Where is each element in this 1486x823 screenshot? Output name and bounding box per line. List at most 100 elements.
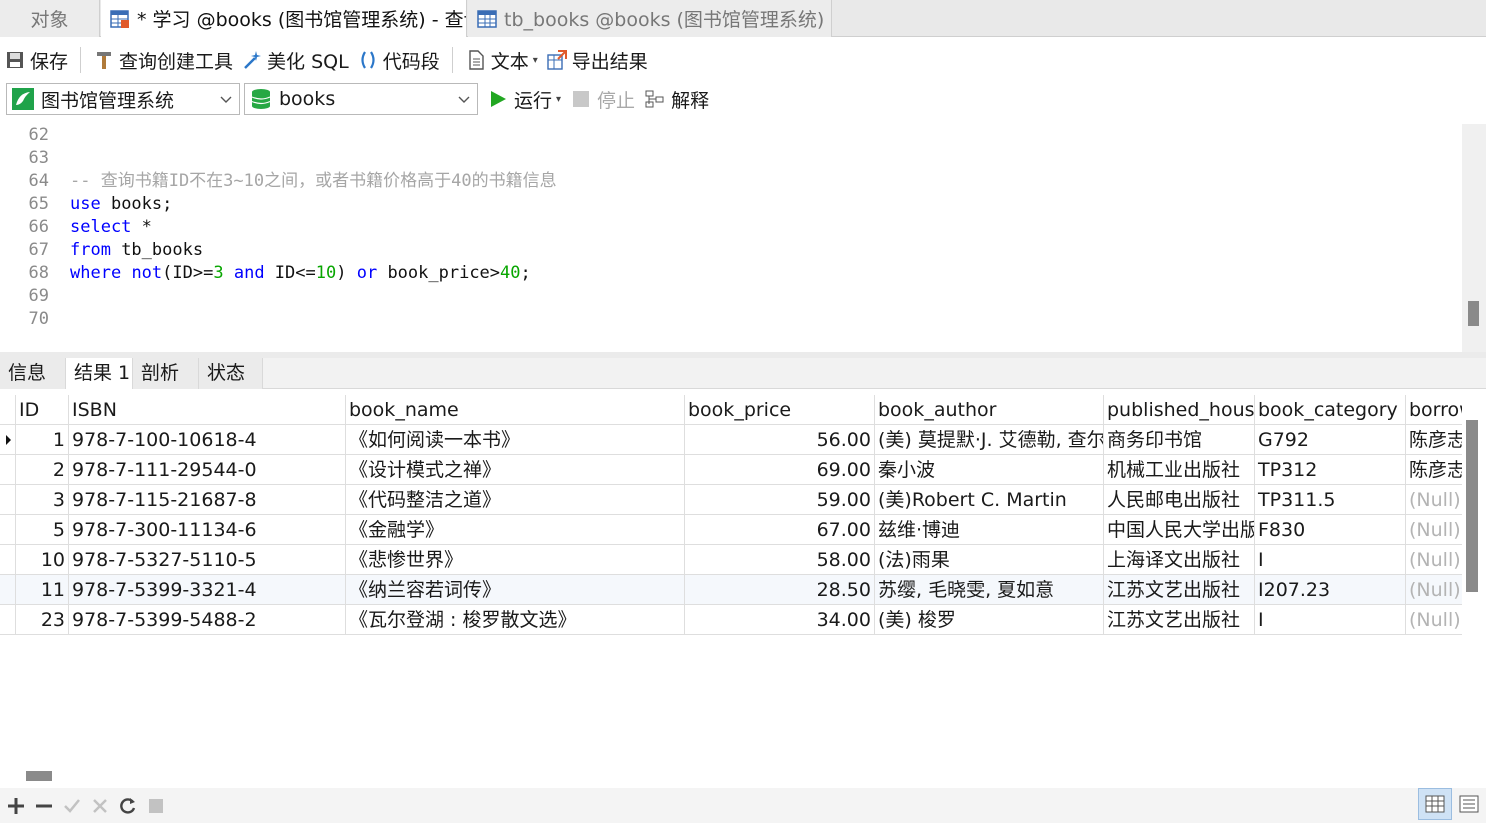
tab-profile[interactable]: 剖析 — [133, 358, 199, 389]
row-indicator[interactable] — [0, 455, 16, 485]
form-view-button[interactable] — [1452, 788, 1486, 820]
discard-changes-button[interactable] — [86, 792, 114, 820]
grid-horizontal-scrollbar-thumb[interactable] — [26, 771, 52, 781]
cell-book-author[interactable]: (法)雨果 — [875, 545, 1104, 575]
table-row[interactable]: 23 978-7-5399-5488-2 《瓦尔登湖 : 梭罗散文选》 34.00 (美… — [0, 605, 1462, 635]
cell-book-price[interactable]: 67.00 — [685, 515, 875, 545]
apply-changes-button[interactable] — [58, 792, 86, 820]
cell-id[interactable]: 11 — [16, 575, 69, 605]
column-header-book-author[interactable]: book_author — [875, 395, 1104, 425]
current-row-indicator[interactable] — [0, 425, 16, 455]
column-header-isbn[interactable]: ISBN — [69, 395, 346, 425]
cell-id[interactable]: 5 — [16, 515, 69, 545]
column-header-published-house[interactable]: published_house — [1104, 395, 1255, 425]
cell-borrow[interactable]: 陈彦志 — [1406, 455, 1462, 485]
cell-isbn[interactable]: 978-7-5327-5110-5 — [69, 545, 346, 575]
cell-book-price[interactable]: 34.00 — [685, 605, 875, 635]
cell-book-author[interactable]: (美) 梭罗 — [875, 605, 1104, 635]
cell-book-category[interactable]: I — [1255, 605, 1406, 635]
tab-status[interactable]: 状态 — [199, 358, 263, 389]
sql-editor[interactable]: 62 63 64 -- 查询书籍ID不在3~10之间，或者书籍价格高于40的书籍信息 6… — [0, 124, 1462, 352]
column-header-book-price[interactable]: book_price — [685, 395, 875, 425]
cell-book-author[interactable]: 苏缨, 毛晓雯, 夏如意 — [875, 575, 1104, 605]
cell-published-house[interactable]: 人民邮电出版社 — [1104, 485, 1255, 515]
column-header-book-category[interactable]: book_category — [1255, 395, 1406, 425]
column-header-book-name[interactable]: book_name — [346, 395, 685, 425]
cell-book-author[interactable]: (美)Robert C. Martin — [875, 485, 1104, 515]
cell-published-house[interactable]: 江苏文艺出版社 — [1104, 605, 1255, 635]
cell-book-category[interactable]: F830 — [1255, 515, 1406, 545]
grid-scrollbar-thumb[interactable] — [1466, 420, 1478, 592]
tab-objects[interactable]: 对象 — [0, 0, 100, 37]
cell-id[interactable]: 2 — [16, 455, 69, 485]
run-button[interactable]: 运行 ▾ — [488, 86, 561, 113]
cell-book-category[interactable]: TP311.5 — [1255, 485, 1406, 515]
stop-loading-button[interactable] — [142, 792, 170, 820]
query-builder-button[interactable]: 查询创建工具 — [89, 44, 237, 76]
cell-borrow[interactable]: (Null) — [1406, 605, 1462, 635]
cell-book-name[interactable]: 《悲惨世界》 — [346, 545, 685, 575]
cell-isbn[interactable]: 978-7-300-11134-6 — [69, 515, 346, 545]
table-row[interactable]: 1 978-7-100-10618-4 《如何阅读一本书》 56.00 (美) 莫提默·… — [0, 425, 1462, 455]
cell-id[interactable]: 23 — [16, 605, 69, 635]
cell-isbn[interactable]: 978-7-100-10618-4 — [69, 425, 346, 455]
snippet-button[interactable]: 代码段 — [353, 44, 444, 76]
grid-view-button[interactable] — [1418, 788, 1452, 820]
column-header-id[interactable]: ID — [16, 395, 69, 425]
cell-published-house[interactable]: 江苏文艺出版社 — [1104, 575, 1255, 605]
cell-published-house[interactable]: 上海译文出版社 — [1104, 545, 1255, 575]
cell-id[interactable]: 3 — [16, 485, 69, 515]
tab-result-1[interactable]: 结果 1 — [66, 358, 133, 389]
row-indicator[interactable] — [0, 605, 16, 635]
column-header-borrow[interactable]: borrow — [1406, 395, 1462, 425]
cell-borrow[interactable]: (Null) — [1406, 515, 1462, 545]
table-row[interactable]: 5 978-7-300-11134-6 《金融学》 67.00 兹维·博迪 中国人民大学出… — [0, 515, 1462, 545]
cell-borrow[interactable]: (Null) — [1406, 545, 1462, 575]
cell-book-category[interactable]: I — [1255, 545, 1406, 575]
tab-info[interactable]: 信息 — [0, 358, 66, 389]
table-row[interactable]: 2 978-7-111-29544-0 《设计模式之禅》 69.00 秦小波 机械工业出版… — [0, 455, 1462, 485]
cell-isbn[interactable]: 978-7-5399-5488-2 — [69, 605, 346, 635]
cell-published-house[interactable]: 中国人民大学出版社 — [1104, 515, 1255, 545]
export-results-button[interactable]: 导出结果 — [542, 44, 652, 76]
cell-book-category[interactable]: TP312 — [1255, 455, 1406, 485]
tab-query[interactable]: * 学习 @books (图书馆管理系统) - 查询 — [101, 0, 467, 37]
cell-book-name[interactable]: 《纳兰容若词传》 — [346, 575, 685, 605]
cell-isbn[interactable]: 978-7-5399-3321-4 — [69, 575, 346, 605]
row-indicator[interactable] — [0, 485, 16, 515]
connection-select[interactable]: 图书馆管理系统 — [6, 83, 240, 115]
cell-isbn[interactable]: 978-7-115-21687-8 — [69, 485, 346, 515]
cell-book-category[interactable]: I207.23 — [1255, 575, 1406, 605]
cell-book-price[interactable]: 28.50 — [685, 575, 875, 605]
cell-book-price[interactable]: 69.00 — [685, 455, 875, 485]
cell-book-author[interactable]: 秦小波 — [875, 455, 1104, 485]
cell-published-house[interactable]: 商务印书馆 — [1104, 425, 1255, 455]
row-indicator[interactable] — [0, 515, 16, 545]
cell-book-name[interactable]: 《如何阅读一本书》 — [346, 425, 685, 455]
cell-book-name[interactable]: 《代码整洁之道》 — [346, 485, 685, 515]
database-select[interactable]: books — [244, 83, 478, 115]
cell-book-price[interactable]: 56.00 — [685, 425, 875, 455]
cell-id[interactable]: 1 — [16, 425, 69, 455]
tab-table[interactable]: tb_books @books (图书馆管理系统) -... — [468, 0, 832, 37]
beautify-sql-button[interactable]: 美化 SQL — [237, 44, 353, 76]
cell-borrow[interactable]: (Null) — [1406, 575, 1462, 605]
cell-book-price[interactable]: 59.00 — [685, 485, 875, 515]
cell-book-name[interactable]: 《设计模式之禅》 — [346, 455, 685, 485]
table-row[interactable]: 10 978-7-5327-5110-5 《悲惨世界》 58.00 (法)雨果 上海译文出… — [0, 545, 1462, 575]
cell-book-name[interactable]: 《瓦尔登湖 : 梭罗散文选》 — [346, 605, 685, 635]
cell-book-name[interactable]: 《金融学》 — [346, 515, 685, 545]
explain-button[interactable]: 解释 — [645, 86, 709, 113]
cell-published-house[interactable]: 机械工业出版社 — [1104, 455, 1255, 485]
cell-isbn[interactable]: 978-7-111-29544-0 — [69, 455, 346, 485]
cell-book-category[interactable]: G792 — [1255, 425, 1406, 455]
refresh-button[interactable] — [114, 792, 142, 820]
cell-id[interactable]: 10 — [16, 545, 69, 575]
cell-book-price[interactable]: 58.00 — [685, 545, 875, 575]
row-indicator[interactable] — [0, 575, 16, 605]
delete-record-button[interactable] — [30, 792, 58, 820]
text-button[interactable]: 文本 ▾ — [461, 44, 542, 76]
cell-book-author[interactable]: (美) 莫提默·J. 艾德勒, 查尔斯 — [875, 425, 1104, 455]
cell-book-author[interactable]: 兹维·博迪 — [875, 515, 1104, 545]
table-row[interactable]: 11 978-7-5399-3321-4 《纳兰容若词传》 28.50 苏缨, 毛晓雯,… — [0, 575, 1462, 605]
